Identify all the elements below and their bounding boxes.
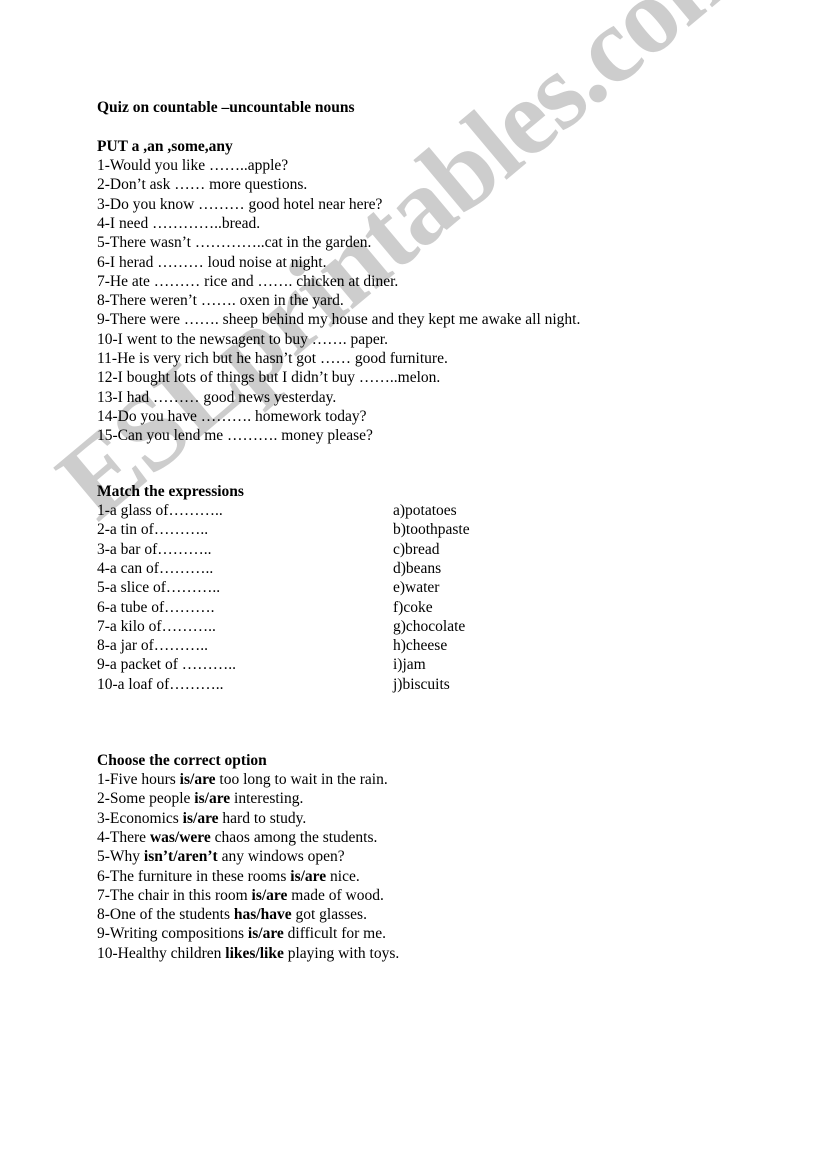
choose-item-7: 7-The chair in this room is/are made of … (97, 887, 384, 905)
choose-item-options[interactable]: likes/like (225, 945, 284, 962)
choose-item-options[interactable]: is/are (252, 887, 288, 904)
choose-item-2: 2-Some people is/are interesting. (97, 790, 303, 808)
match-item-5: 5-a slice of……….. (97, 579, 221, 597)
match-option-8: h)cheese (393, 637, 448, 655)
choose-item-prefix: 8-One of the students (97, 906, 234, 924)
choose-item-suffix: hard to study. (218, 809, 307, 827)
match-option-7: g)chocolate (393, 617, 466, 635)
match-item-2: 2-a tin of……….. (97, 521, 209, 539)
choose-item-options[interactable]: isn’t/aren’t (144, 848, 218, 865)
put-item-12: 12-I bought lots of things but I didn’t … (97, 369, 441, 387)
choose-item-prefix: 10-Healthy children (97, 944, 226, 962)
match-item-4: 4-a can of……….. (97, 559, 214, 577)
put-item-2: 2-Don’t ask …… more questions. (97, 176, 308, 194)
choose-item-6: 6-The furniture in these rooms is/are ni… (97, 868, 360, 886)
put-item-8: 8-There weren’t ……. oxen in the yard. (97, 292, 344, 310)
put-item-14: 14-Do you have ………. homework today? (97, 407, 367, 425)
choose-item-prefix: 1-Five hours (97, 771, 180, 788)
section-heading-put: PUT a ,an ,some,any (97, 138, 233, 155)
choose-item-prefix: 3-Economics (97, 809, 183, 827)
worksheet-page: ESLprintables.com Quiz on countable –unc… (0, 0, 821, 1169)
choose-item-suffix: made of wood. (287, 886, 384, 904)
choose-item-prefix: 2-Some people (97, 790, 195, 808)
document-content: Quiz on countable –uncountable nouns PUT… (0, 0, 821, 1169)
match-item-3: 3-a bar of……….. (97, 540, 212, 558)
choose-item-1: 1-Five hours is/are too long to wait in … (97, 771, 388, 789)
page-title: Quiz on countable –uncountable nouns (97, 99, 355, 116)
choose-item-options[interactable]: is/are (180, 771, 216, 788)
choose-item-suffix: any windows open? (217, 848, 345, 866)
choose-item-suffix: playing with toys. (283, 944, 400, 962)
choose-item-suffix: interesting. (230, 790, 304, 808)
match-option-3: c)bread (393, 540, 440, 558)
choose-item-options[interactable]: has/have (234, 906, 292, 923)
choose-item-suffix: chaos among the students. (210, 828, 378, 846)
put-item-7: 7-He ate ……… rice and ……. chicken at din… (97, 272, 399, 290)
put-item-10: 10-I went to the newsagent to buy ……. pa… (97, 330, 388, 348)
put-item-3: 3-Do you know ……… good hotel near here? (97, 195, 383, 213)
choose-item-prefix: 6-The furniture in these rooms (97, 867, 291, 885)
choose-item-3: 3-Economics is/are hard to study. (97, 810, 306, 828)
put-item-6: 6-I herad ……… loud noise at night. (97, 253, 327, 271)
choose-item-4: 4-There was/were chaos among the student… (97, 829, 377, 847)
choose-item-10: 10-Healthy children likes/like playing w… (97, 945, 399, 963)
choose-item-options[interactable]: was/were (150, 829, 211, 846)
choose-item-suffix: nice. (326, 867, 360, 885)
section-heading-choose: Choose the correct option (97, 752, 267, 769)
choose-item-5: 5-Why isn’t/aren’t any windows open? (97, 848, 345, 866)
choose-item-prefix: 4-There (97, 828, 150, 846)
match-option-1: a)potatoes (393, 502, 457, 519)
match-item-7: 7-a kilo of……….. (97, 617, 216, 635)
choose-item-options[interactable]: is/are (248, 925, 284, 942)
choose-item-suffix: too long to wait in the rain. (215, 771, 388, 788)
match-option-4: d)beans (393, 559, 442, 577)
choose-item-prefix: 5-Why (97, 848, 144, 866)
put-item-13: 13-I had ……… good news yesterday. (97, 388, 337, 406)
match-option-9: i)jam (393, 656, 426, 674)
match-option-6: f)coke (393, 598, 433, 616)
match-item-9: 9-a packet of ……….. (97, 656, 237, 674)
put-item-5: 5-There wasn’t …………..cat in the garden. (97, 234, 372, 252)
match-option-5: e)water (393, 579, 440, 597)
match-item-8: 8-a jar of……….. (97, 637, 209, 655)
match-item-10: 10-a loaf of……….. (97, 675, 224, 693)
put-item-4: 4-I need …………..bread. (97, 214, 261, 232)
choose-item-9: 9-Writing compositions is/are difficult … (97, 925, 386, 943)
put-item-9: 9-There were ……. sheep behind my house a… (97, 311, 581, 329)
match-item-6: 6-a tube of………. (97, 598, 215, 616)
choose-item-prefix: 7-The chair in this room (97, 886, 252, 904)
choose-item-prefix: 9-Writing compositions (97, 925, 248, 943)
match-option-2: b)toothpaste (393, 521, 470, 539)
choose-item-options[interactable]: is/are (183, 810, 219, 827)
choose-item-options[interactable]: is/are (194, 790, 230, 807)
choose-item-8: 8-One of the students has/have got glass… (97, 906, 367, 924)
put-item-15: 15-Can you lend me ………. money please? (97, 427, 373, 445)
choose-item-suffix: difficult for me. (283, 925, 386, 943)
put-item-11: 11-He is very rich but he hasn’t got …… … (97, 350, 448, 367)
choose-item-suffix: got glasses. (291, 906, 367, 924)
match-item-1: 1-a glass of……….. (97, 502, 223, 519)
put-item-1: 1-Would you like ……..apple? (97, 157, 289, 174)
section-heading-match: Match the expressions (97, 483, 244, 500)
choose-item-options[interactable]: is/are (290, 868, 326, 885)
match-option-10: j)biscuits (393, 675, 450, 693)
